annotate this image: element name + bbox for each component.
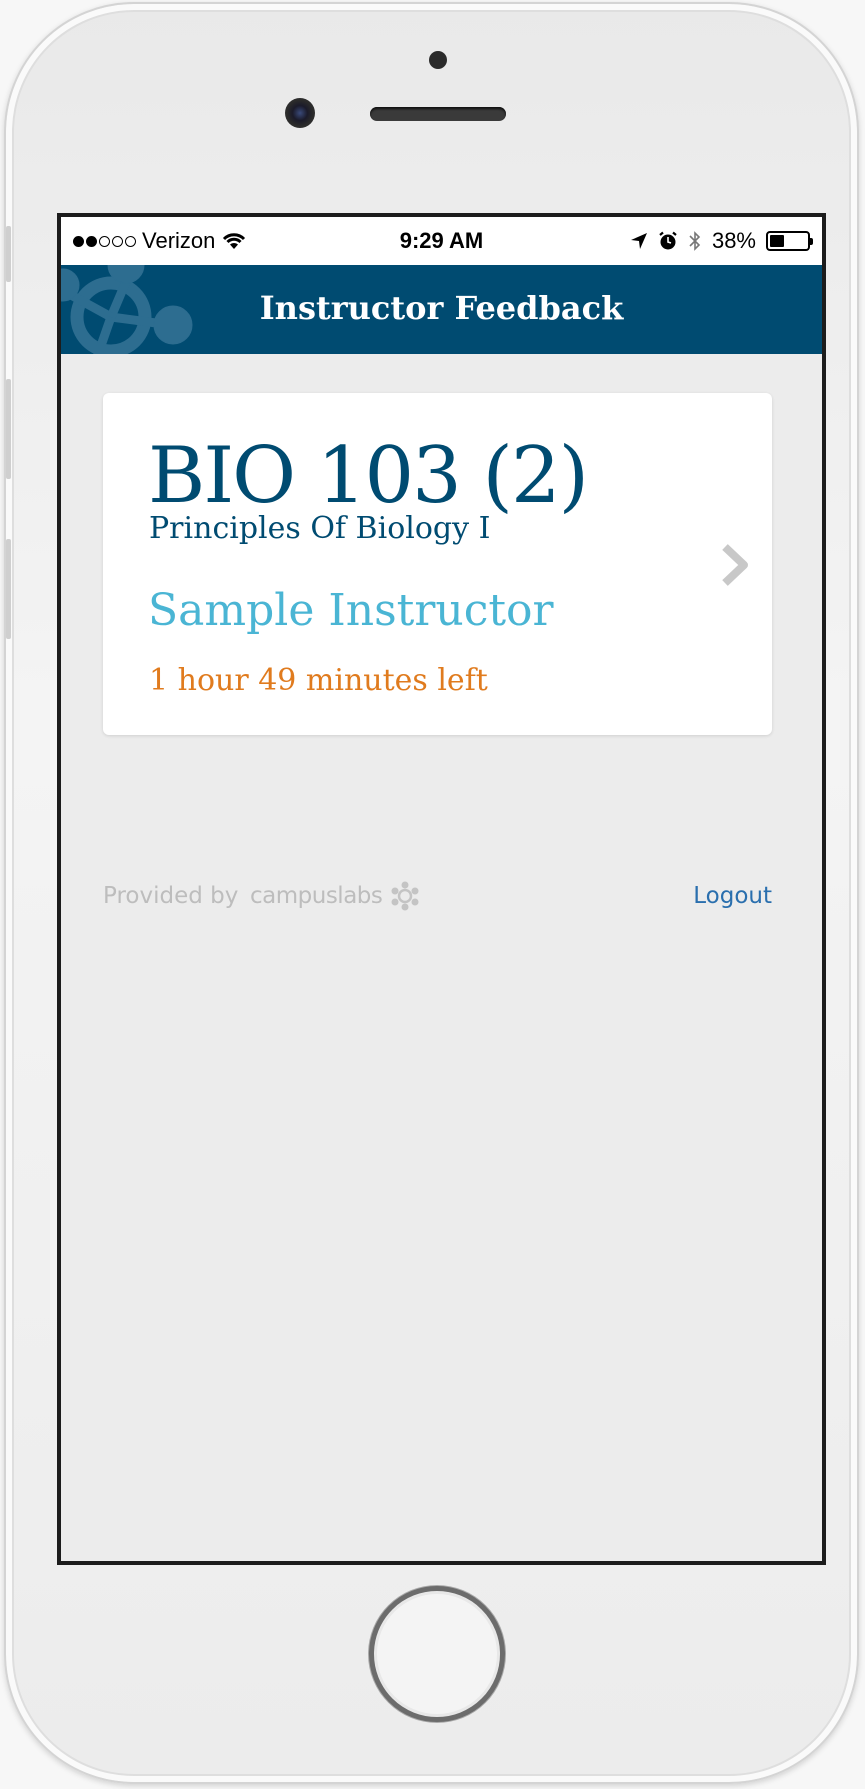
page-title: Instructor Feedback	[259, 289, 624, 327]
brand-name: campuslabs	[250, 883, 383, 909]
instructor-name: Sample Instructor	[148, 585, 554, 636]
location-arrow-icon	[630, 233, 647, 249]
battery-percentage: 38%	[711, 228, 756, 253]
time-remaining: 1 hour 49 minutes left	[149, 663, 488, 698]
volume-down-button	[6, 539, 11, 639]
phone-screen: Verizon 9:29 AM 38% Instructor Feedback …	[57, 213, 826, 1565]
earpiece-speaker	[370, 107, 506, 121]
course-code: BIO 103 (2)	[148, 431, 589, 521]
logout-link[interactable]: Logout	[693, 883, 772, 909]
campuslabs-logo: campuslabs	[250, 881, 420, 911]
phone-frame: Verizon 9:29 AM 38% Instructor Feedback …	[4, 2, 859, 1784]
footer: Provided by campuslabs Logout	[103, 877, 772, 917]
proximity-sensor	[429, 51, 447, 69]
front-camera	[285, 98, 315, 128]
alarm-icon	[659, 231, 677, 250]
bluetooth-icon	[689, 231, 701, 251]
campuslabs-molecule-icon	[391, 881, 419, 911]
course-name: Principles Of Biology I	[149, 511, 491, 546]
volume-up-button	[6, 379, 11, 479]
status-bar: Verizon 9:29 AM 38%	[61, 217, 822, 265]
home-button[interactable]	[369, 1586, 505, 1722]
battery-icon	[766, 231, 813, 251]
chevron-right-icon[interactable]	[720, 543, 750, 587]
status-right: 38%	[630, 228, 813, 254]
app-header: Instructor Feedback	[61, 265, 822, 354]
provided-by-label: Provided by	[103, 883, 239, 909]
mute-switch	[6, 226, 11, 282]
course-card[interactable]: BIO 103 (2) Principles Of Biology I Samp…	[103, 393, 772, 735]
